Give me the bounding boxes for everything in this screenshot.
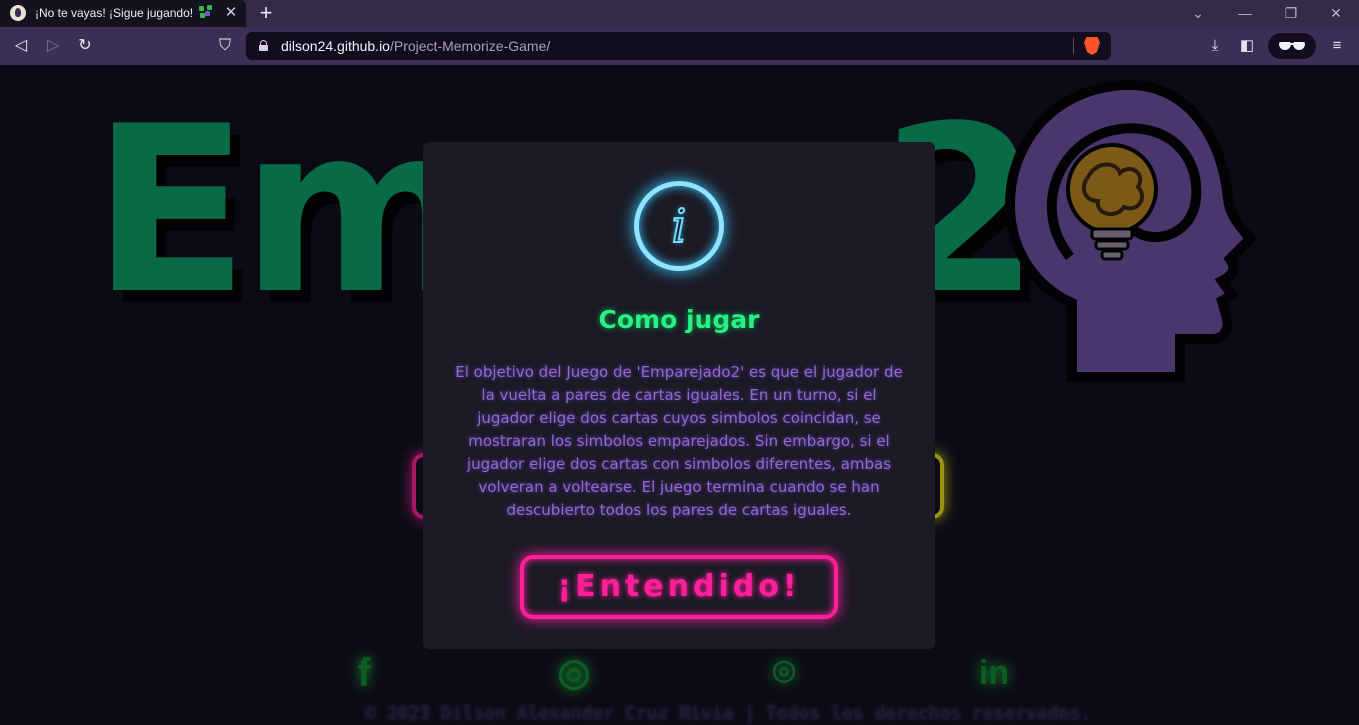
info-icon: i xyxy=(634,181,724,271)
modal-instructions: El objetivo del Juego de 'Emparejado2' e… xyxy=(455,363,903,519)
back-button[interactable]: ◁ xyxy=(10,36,32,56)
new-tab-button[interactable]: + xyxy=(255,1,277,25)
browser-toolbar: ◁ ▷ ↻ ⛉ dilson24.github.io/Project-Memor… xyxy=(0,27,1359,65)
understood-button[interactable]: ¡Entendido! xyxy=(520,555,838,619)
address-divider xyxy=(1073,38,1074,54)
download-icon[interactable]: ⤓ xyxy=(1205,36,1225,56)
bookmark-icon[interactable]: ⛉ xyxy=(214,36,236,56)
tab-title: ¡No te vayas! ¡Sigue jugando! xyxy=(35,6,194,20)
how-to-play-modal: i Como jugar El objetivo del Juego de 'E… xyxy=(423,142,935,649)
private-window-glasses-icon[interactable] xyxy=(1268,33,1316,59)
url-host: dilson24.github.io xyxy=(281,38,390,54)
reload-button[interactable]: ↻ xyxy=(74,36,96,56)
brave-shields-icon[interactable] xyxy=(1084,37,1100,55)
browser-tab-strip: ¡No te vayas! ¡Sigue jugando! ✕ + ⌄ — ❐ … xyxy=(0,0,1359,27)
puzzle-piece-icon xyxy=(199,5,213,19)
game-page: Emp 2 f ◎ ⌾ in © 2023 Dilson Alexander C… xyxy=(0,65,1359,725)
tab-search-chevron-icon[interactable]: ⌄ xyxy=(1188,4,1208,22)
modal-title: Como jugar xyxy=(598,305,760,334)
info-glyph: i xyxy=(671,198,688,254)
restore-window-button[interactable]: ❐ xyxy=(1281,4,1301,22)
sidebar-icon[interactable]: ◧ xyxy=(1237,36,1257,56)
url-text[interactable]: dilson24.github.io/Project-Memorize-Game… xyxy=(281,38,550,54)
menu-icon[interactable]: ≡ xyxy=(1327,36,1347,56)
browser-tab-active[interactable]: ¡No te vayas! ¡Sigue jugando! ✕ xyxy=(0,0,246,27)
close-window-button[interactable]: ✕ xyxy=(1326,4,1346,22)
forward-button[interactable]: ▷ xyxy=(42,36,64,56)
url-path: /Project-Memorize-Game/ xyxy=(389,38,551,54)
lock-icon[interactable] xyxy=(259,40,268,51)
site-favicon-icon xyxy=(10,5,26,21)
minimize-window-button[interactable]: — xyxy=(1235,4,1255,22)
tab-close-icon[interactable]: ✕ xyxy=(222,3,240,23)
address-bar[interactable]: dilson24.github.io/Project-Memorize-Game… xyxy=(246,32,1111,60)
